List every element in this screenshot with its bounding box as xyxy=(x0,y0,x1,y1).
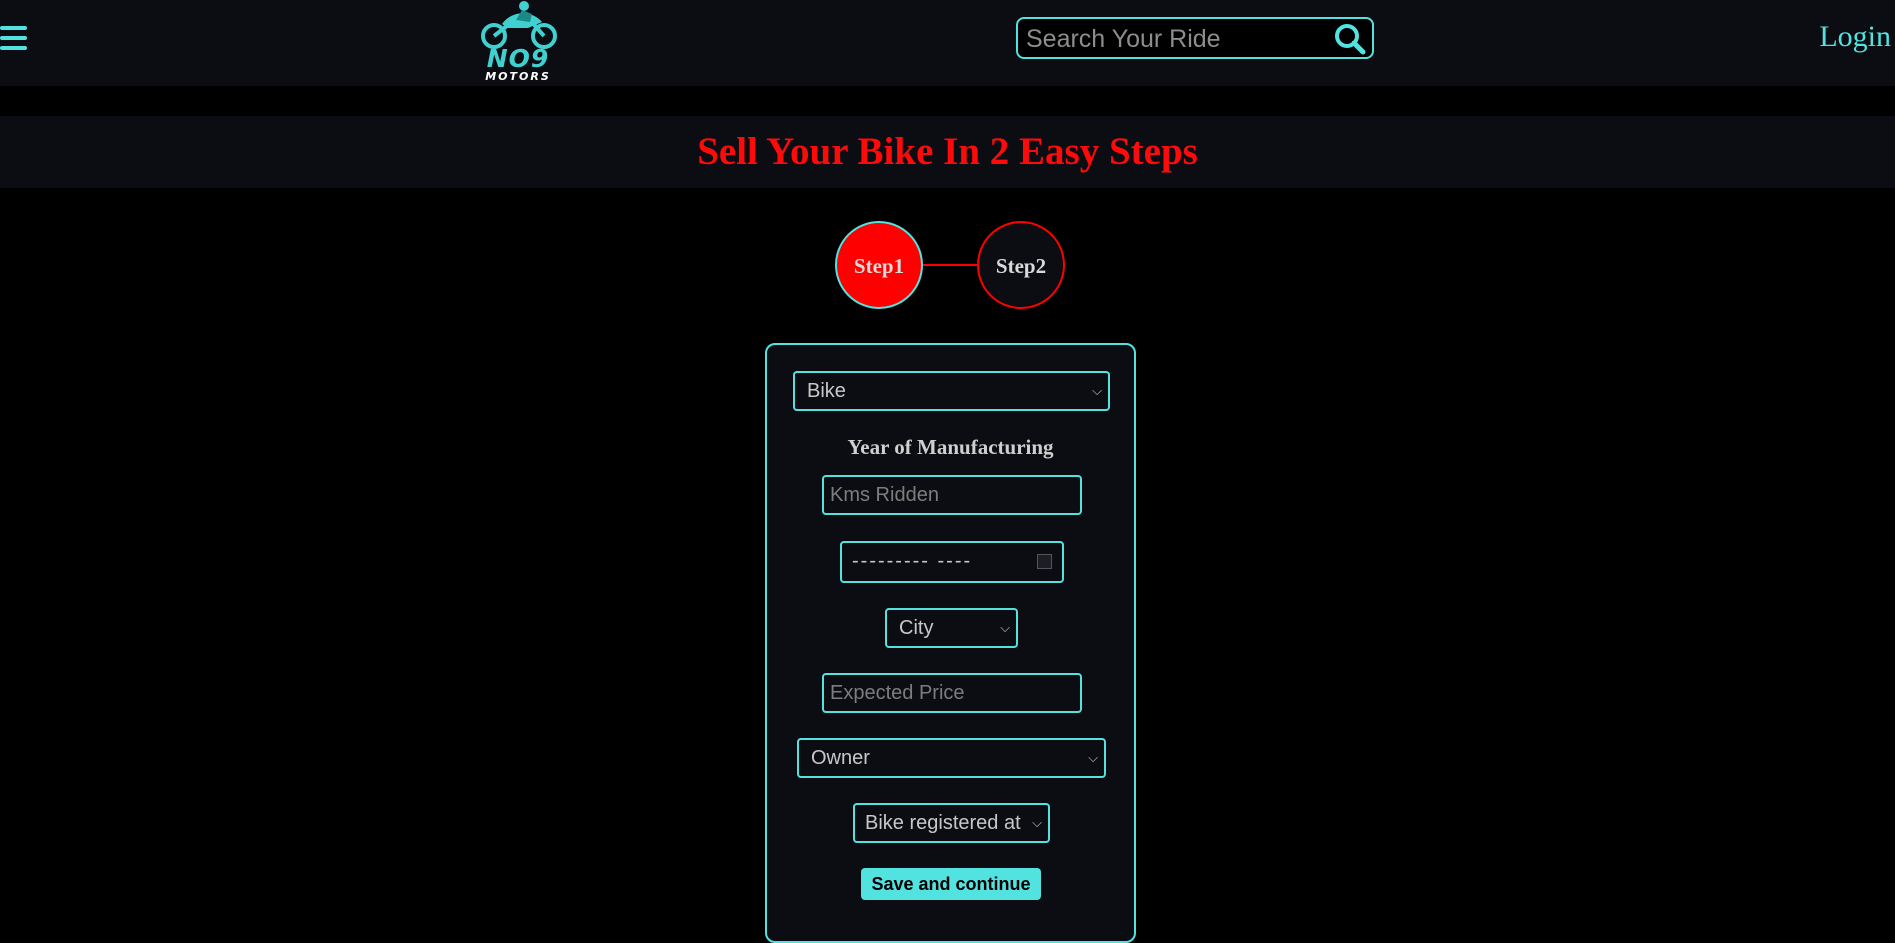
vehicle-type-value: Bike xyxy=(807,380,846,402)
year-date-input[interactable]: --------- ---- xyxy=(840,541,1064,583)
chevron-down-icon: ⌵ xyxy=(1088,750,1098,765)
step-1-indicator: Step1 xyxy=(835,221,923,309)
year-of-manufacturing-label: Year of Manufacturing xyxy=(847,435,1054,459)
owner-value: Owner xyxy=(811,747,870,769)
registered-at-value: Bike registered at xyxy=(865,812,1021,834)
title-band: Sell Your Bike In 2 Easy Steps xyxy=(0,116,1895,188)
registered-at-select[interactable]: Bike registered at ⌵ xyxy=(853,803,1050,843)
save-and-continue-button[interactable]: Save and continue xyxy=(861,868,1041,900)
step-2-indicator: Step2 xyxy=(977,221,1065,309)
logo[interactable]: NO9 MOTORS xyxy=(472,0,564,86)
owner-select[interactable]: Owner ⌵ xyxy=(797,738,1106,778)
logo-title: NO9 xyxy=(486,44,550,73)
calendar-icon[interactable] xyxy=(1037,554,1052,569)
login-link[interactable]: Login xyxy=(1819,20,1891,54)
logo-subtitle: MOTORS xyxy=(485,70,551,83)
expected-price-input[interactable]: Expected Price xyxy=(822,673,1082,713)
step-connector xyxy=(923,264,977,266)
date-value: --------- ---- xyxy=(852,550,973,572)
sell-bike-form: Bike ⌵ Year of Manufacturing Kms Ridden … xyxy=(765,343,1136,943)
chevron-down-icon: ⌵ xyxy=(1092,383,1102,398)
city-value: City xyxy=(899,617,934,639)
page-title: Sell Your Bike In 2 Easy Steps xyxy=(697,130,1198,173)
chevron-down-icon: ⌵ xyxy=(1000,620,1010,635)
kms-ridden-placeholder: Kms Ridden xyxy=(830,484,939,506)
kms-ridden-input[interactable]: Kms Ridden xyxy=(822,475,1082,515)
vehicle-type-select[interactable]: Bike ⌵ xyxy=(793,371,1110,411)
city-select[interactable]: City ⌵ xyxy=(885,608,1018,648)
top-navbar: NO9 MOTORS Login xyxy=(0,0,1895,86)
search-icon[interactable] xyxy=(1334,23,1366,55)
hamburger-menu-icon[interactable] xyxy=(0,26,28,52)
search-box xyxy=(1016,17,1374,59)
chevron-down-icon: ⌵ xyxy=(1032,815,1042,830)
expected-price-placeholder: Expected Price xyxy=(830,682,965,704)
search-input[interactable] xyxy=(1024,22,1328,56)
